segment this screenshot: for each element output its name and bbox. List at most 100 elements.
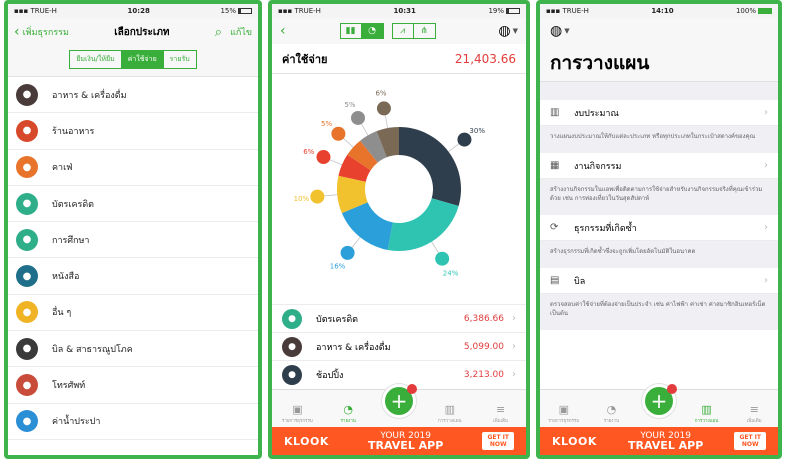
category-label: อื่น ๆ <box>52 308 72 319</box>
clock: 10:31 <box>393 7 416 15</box>
chevron-down-icon[interactable]: ▼ <box>513 27 518 35</box>
menu-icon: ≡ <box>749 403 759 416</box>
credit-card-icon: ● <box>16 192 38 215</box>
segment-expense[interactable]: ค่าใช้จ่าย <box>121 50 164 69</box>
planning-item[interactable]: ▦ งานกิจกรรม › <box>540 153 778 179</box>
phone-category-screen: ▪▪▪ TRUE-H 10:28 15% ‹ เพิ่มธุรกรรม เลือ… <box>4 0 262 459</box>
category-amount-row[interactable]: ● บัตรเครดิต 6,386.66 › <box>272 304 526 332</box>
planning-item-label: บิล <box>574 276 586 287</box>
bar-chart-icon[interactable]: ▮▮ <box>339 23 362 39</box>
category-item[interactable]: ● ค่าน้ำประปา <box>8 404 258 440</box>
slice-percent-label: 5% <box>344 101 355 109</box>
slice-percent-label: 24% <box>443 269 459 277</box>
category-icon: ● <box>282 336 302 357</box>
category-amount: 3,213.00 <box>463 369 504 380</box>
tab-more[interactable]: ≡ เพิ่มเติม <box>475 403 526 427</box>
category-item[interactable]: ● อาหาร & เครื่องดื่ม <box>8 77 258 114</box>
ad-brand: KLOOK <box>284 434 329 448</box>
tab-report[interactable]: ◔ รายงาน <box>323 403 374 427</box>
back-button[interactable]: เพิ่มธุรกรรม <box>23 25 69 39</box>
chevron-down-icon[interactable]: ▼ <box>564 27 569 35</box>
status-bar: ▪▪▪ TRUE-H 10:31 19% <box>272 4 526 18</box>
clock: 14:10 <box>651 7 674 15</box>
search-icon[interactable]: ⌕ <box>215 25 222 40</box>
tab-transactions[interactable]: ▣ รายการธุรกรรม <box>540 403 588 427</box>
page-title: เลือกประเภท <box>114 26 170 38</box>
add-transaction-button[interactable]: + <box>381 384 417 418</box>
planning-item[interactable]: ▥ งบประมาณ › <box>540 100 778 126</box>
category-item[interactable]: ● อื่น ๆ <box>8 295 258 332</box>
category-item[interactable]: ● โทรศัพท์ <box>8 367 258 404</box>
planning-icon: ▥ <box>444 403 455 416</box>
category-label: หนังสือ <box>52 272 80 283</box>
book-icon: ● <box>16 265 38 288</box>
slice-category-icon <box>310 189 325 204</box>
category-item[interactable]: ● หนังสือ <box>8 258 258 295</box>
globe-icon[interactable]: ◍ <box>550 23 562 39</box>
chevron-right-icon: › <box>764 222 768 233</box>
ad-cta-button[interactable]: GET IT NOW <box>734 432 766 450</box>
chevron-right-icon: › <box>764 107 768 118</box>
wallet-icon: ▣ <box>558 403 569 416</box>
category-item[interactable]: ● คาเฟ่ <box>8 150 258 186</box>
chevron-right-icon: › <box>512 313 516 324</box>
ad-banner[interactable]: KLOOK YOUR 2019 TRAVEL APP GET IT NOW <box>540 427 778 455</box>
planning-item[interactable]: ⟳ ธุรกรรมที่เกิดซ้ำ › <box>540 215 778 241</box>
add-transaction-button[interactable]: + <box>641 384 677 418</box>
planning-icon: ▥ <box>701 403 712 416</box>
category-item[interactable]: ● บิล & สาธารณูปโภค <box>8 331 258 368</box>
slice-percent-label: 10% <box>294 195 310 203</box>
tab-add[interactable]: + <box>374 384 425 427</box>
back-chevron-icon[interactable]: ‹ <box>14 24 20 40</box>
tab-add[interactable]: + <box>635 384 683 427</box>
category-label: อาหาร & เครื่องดื่ม <box>52 90 127 101</box>
planning-item-label: งบประมาณ <box>574 108 619 119</box>
category-item[interactable]: ● การศึกษา <box>8 222 258 259</box>
tab-bar: ▣ รายการธุรกรรม ◔ รายงาน + ▥ การวางแผน ≡ เพิ… <box>272 384 526 427</box>
category-item[interactable]: ● บัตรเครดิต <box>8 186 258 223</box>
wallet-icon: ▣ <box>292 403 303 416</box>
planning-list: ▥ งบประมาณ › วางแผนงบประมาณให้กับแต่ละประเภ… <box>540 100 778 330</box>
carrier-label: ▪▪▪ TRUE-H <box>546 7 589 15</box>
pie-chart-icon: ◔ <box>606 403 617 416</box>
globe-icon[interactable]: ◍ <box>498 23 510 39</box>
page-title: การวางแผน <box>540 44 778 82</box>
expense-total-label: ค่าใช้จ่าย <box>282 52 328 66</box>
line-chart-icon[interactable]: ⩘ <box>391 23 414 39</box>
edit-button[interactable]: แก้ไข <box>230 25 252 39</box>
segment-loan[interactable]: ยืมเงิน/ให้ยืม <box>69 50 122 69</box>
recurring-icon: ⟳ <box>550 222 559 233</box>
slice-percent-label: 30% <box>469 127 485 135</box>
slice-category-icon <box>331 126 346 141</box>
ad-banner[interactable]: KLOOK YOUR 2019 TRAVEL APP GET IT NOW <box>272 427 526 455</box>
nav-header: ‹ เพิ่มธุรกรรม เลือกประเภท ⌕ แก้ไข <box>8 18 258 46</box>
tab-more[interactable]: ≡ เพิ่มเติม <box>730 403 778 427</box>
segment-income[interactable]: รายรับ <box>163 50 197 69</box>
category-item[interactable]: ● ร้านอาหาร <box>8 113 258 150</box>
carrier-label: ▪▪▪ TRUE-H <box>278 7 321 15</box>
planning-item-description: สร้างธุรกรรมที่เกิดซ้ำซึ่งจะถูกเพิ่มโดยอ… <box>540 241 778 268</box>
food-drink-icon: ● <box>16 83 38 106</box>
category-label: ร้านอาหาร <box>52 126 95 137</box>
tab-planning[interactable]: ▥ การวางแผน <box>424 403 475 427</box>
tab-transactions[interactable]: ▣ รายการธุรกรรม <box>272 403 323 427</box>
planning-item-description: วางแผนงบประมาณให้กับแต่ละประเภท หรือทุกป… <box>540 126 778 153</box>
pie-chart-icon[interactable]: ◔ <box>361 23 384 39</box>
planning-header: ◍ ▼ <box>540 18 778 44</box>
expense-total: ค่าใช้จ่าย 21,403.66 <box>272 44 526 74</box>
tree-chart-icon[interactable]: ⋔ <box>413 23 436 39</box>
planning-item[interactable]: ▤ บิล › <box>540 268 778 294</box>
tab-planning[interactable]: ▥ การวางแผน <box>683 403 731 427</box>
donut-chart-area: 30% 24% 16% 10% 6% 5% 5% 6% <box>272 74 526 304</box>
status-bar: ▪▪▪ TRUE-H 14:10 100% <box>540 4 778 18</box>
category-label: บัตรเครดิต <box>52 199 95 210</box>
ad-cta-button[interactable]: GET IT NOW <box>482 432 514 450</box>
type-segmented-control: ยืมเงิน/ให้ยืม ค่าใช้จ่าย รายรับ <box>8 46 258 77</box>
back-chevron-icon[interactable]: ‹ <box>280 23 286 39</box>
tab-report[interactable]: ◔ รายงาน <box>588 403 636 427</box>
slice-category-icon <box>351 110 365 125</box>
chevron-right-icon: › <box>512 369 516 380</box>
category-label: คาเฟ่ <box>52 163 73 174</box>
slice-percent-label: 6% <box>375 90 386 98</box>
category-amount-row[interactable]: ● อาหาร & เครื่องดื่ม 5,099.00 › <box>272 332 526 360</box>
